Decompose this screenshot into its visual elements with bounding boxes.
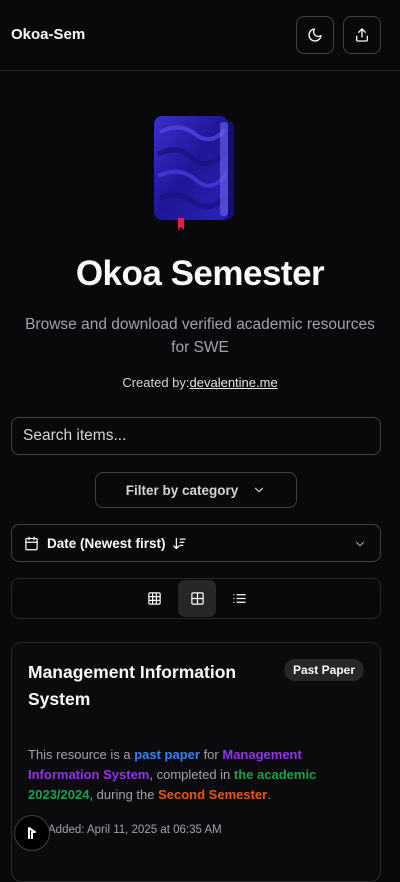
grid-small-icon [147,592,161,605]
cursor-icon [28,827,36,839]
filter-label: Filter by category [125,482,239,498]
list-icon [232,594,246,603]
category-badge: Past Paper [283,659,364,681]
upload-icon [356,28,368,42]
resource-semester: Second Semester [158,787,268,802]
chevron-down-icon [355,541,365,547]
resource-type: past paper [134,747,200,762]
brand-name[interactable]: Okoa-Sem [11,26,85,43]
desc-during: , during the [89,787,159,802]
sort-select[interactable]: Date (Newest first) [11,524,381,562]
chevron-down-icon [255,487,264,493]
view-grid-large-button[interactable] [178,580,216,617]
page-description: Browse and download verified academic re… [25,316,375,356]
sort-label: Date (Newest first) [47,536,166,551]
resource-added-date: Added: April 11, 2025 at 06:35 AM [48,824,222,836]
share-button[interactable] [343,16,381,54]
page-title: Okoa Semester [75,254,325,293]
resource-description: This resource is a past paper for Manage… [28,745,348,805]
view-grid-small-button[interactable] [135,580,173,617]
desc-completed: , completed in [149,767,234,782]
view-mode-toggle [11,578,381,619]
calendar-icon [25,536,38,551]
moon-icon [308,28,322,42]
creator-label: Created by: [122,375,190,390]
creator-link[interactable]: devalentine.me [190,375,278,390]
desc-end: . [267,787,271,802]
view-list-button[interactable] [220,580,258,617]
filter-category-button[interactable]: Filter by category [95,472,297,508]
resource-title: Management Information System [28,662,237,709]
theme-toggle-button[interactable] [296,16,334,54]
creator-credit: Created by:devalentine.me [0,375,400,390]
resource-card[interactable]: Management Information System Past Paper… [11,642,381,882]
desc-prefix: This resource is a [28,747,135,762]
grid-large-icon [190,592,204,605]
floating-action-button[interactable] [14,815,50,851]
sort-descending-icon [173,537,186,550]
book-icon [154,116,234,230]
desc-for: for [199,747,223,762]
search-input[interactable] [11,417,381,455]
app-header: Okoa-Sem [0,0,400,71]
